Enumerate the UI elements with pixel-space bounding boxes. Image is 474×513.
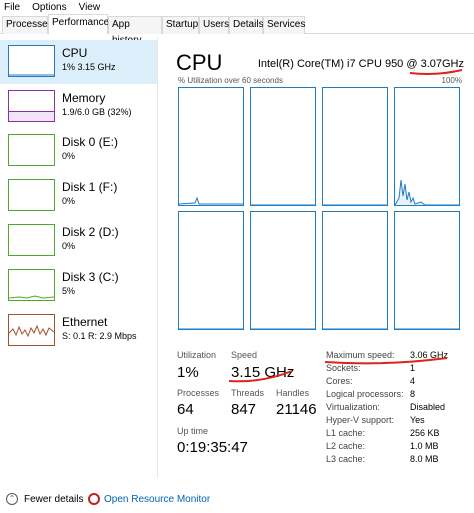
open-resource-monitor-link[interactable]: Open Resource Monitor <box>104 494 210 505</box>
disk-thumbnail-graph <box>8 224 55 256</box>
spec-value: Disabled <box>410 402 446 412</box>
speed-value: 3.15 GHz <box>231 364 295 381</box>
logical-processor-graph <box>322 87 388 206</box>
logical-processor-graph <box>394 87 460 206</box>
menu-options[interactable]: Options <box>32 2 66 13</box>
spec-key: Virtualization: <box>326 402 380 412</box>
utilization-label: Utilization <box>177 350 217 360</box>
cpu-detail-pane: CPU Intel(R) Core(TM) i7 CPU 950 @ 3.07G… <box>170 38 468 478</box>
sidebar-item-label: Disk 1 (F:) <box>62 180 118 194</box>
sidebar-item-value: 0% <box>62 196 76 206</box>
sidebar-item-value: 5% <box>62 286 76 296</box>
resource-sidebar: CPU 1% 3.15 GHz Memory 1.9/6.0 GB (32%) … <box>0 38 158 478</box>
sidebar-item-disk-3[interactable]: Disk 3 (C:) 5% <box>0 264 157 308</box>
logical-processor-graph <box>322 211 388 330</box>
logical-processor-graph <box>394 211 460 330</box>
logical-processor-graph <box>178 87 244 206</box>
sidebar-item-ethernet[interactable]: Ethernet S: 0.1 R: 2.9 Mbps <box>0 309 157 353</box>
spec-value: 8 <box>410 389 416 399</box>
sidebar-item-disk-0[interactable]: Disk 0 (E:) 0% <box>0 129 157 173</box>
speed-label: Speed <box>231 350 258 360</box>
tab-processes[interactable]: Processes <box>2 16 53 34</box>
graph-caption: % Utilization over 60 seconds <box>178 76 283 85</box>
cpu-thumbnail-graph <box>8 45 55 77</box>
spec-key: Cores: <box>326 376 353 386</box>
uptime-label: Up time <box>177 426 209 436</box>
logical-processor-graph <box>250 87 316 206</box>
spec-value: 8.0 MB <box>410 454 439 464</box>
sidebar-item-label: Disk 3 (C:) <box>62 270 119 284</box>
processes-label: Processes <box>177 388 220 398</box>
disk-thumbnail-graph <box>8 179 55 211</box>
uptime-value: 0:19:35:47 <box>177 439 248 456</box>
sidebar-item-memory[interactable]: Memory 1.9/6.0 GB (32%) <box>0 85 157 129</box>
tab-users[interactable]: Users <box>199 16 229 34</box>
spec-key: Sockets: <box>326 363 361 373</box>
menu-bar: File Options View <box>0 0 474 14</box>
fewer-details-link[interactable]: Fewer details <box>24 494 83 505</box>
cpu-model-name: Intel(R) Core(TM) i7 CPU 950 @ 3.07GHz <box>257 58 464 70</box>
sidebar-item-disk-2[interactable]: Disk 2 (D:) 0% <box>0 219 157 263</box>
threads-label: Threads <box>231 388 265 398</box>
spec-value: 1 <box>410 363 416 373</box>
ethernet-thumbnail-graph <box>8 314 55 346</box>
tab-app-history[interactable]: App history <box>108 16 162 46</box>
memory-thumbnail-graph <box>8 90 55 122</box>
spec-key: Hyper-V support: <box>326 415 395 425</box>
spec-value: 4 <box>410 376 416 386</box>
sidebar-item-label: Disk 2 (D:) <box>62 225 119 239</box>
sidebar-item-label: Memory <box>62 91 106 105</box>
spec-key: L1 cache: <box>326 428 366 438</box>
sidebar-item-value: 1% 3.15 GHz <box>62 62 116 72</box>
handles-value: 21146 <box>276 401 317 418</box>
spec-key: Maximum speed: <box>326 350 395 360</box>
sidebar-item-label: Disk 0 (E:) <box>62 135 119 149</box>
spec-value: 1.0 MB <box>410 441 439 451</box>
spec-key: L3 cache: <box>326 454 366 464</box>
tab-performance[interactable]: Performance <box>48 14 109 34</box>
graph-max-label: 100% <box>441 76 462 85</box>
sidebar-item-cpu[interactable]: CPU 1% 3.15 GHz <box>0 40 157 84</box>
sidebar-item-value: 0% <box>62 241 76 251</box>
utilization-value: 1% <box>177 364 199 381</box>
sidebar-item-disk-1[interactable]: Disk 1 (F:) 0% <box>0 174 157 218</box>
page-title: CPU <box>176 50 223 75</box>
disk-thumbnail-graph <box>8 134 55 166</box>
spec-value: Yes <box>410 415 425 425</box>
sidebar-item-label: CPU <box>62 46 88 60</box>
cpu-graphs-grid <box>178 87 461 331</box>
sidebar-item-value: 0% <box>62 151 76 161</box>
spec-value: 3.06 GHz <box>410 350 449 360</box>
tab-details[interactable]: Details <box>229 16 264 34</box>
tab-startup[interactable]: Startup <box>162 16 199 34</box>
processes-value: 64 <box>177 401 194 418</box>
spec-key: Logical processors: <box>326 389 404 399</box>
handles-label: Handles <box>276 388 310 398</box>
menu-file[interactable]: File <box>4 2 20 13</box>
resource-monitor-icon[interactable] <box>88 493 100 505</box>
chevron-up-icon[interactable]: ⌃ <box>6 493 18 505</box>
sidebar-item-value: S: 0.1 R: 2.9 Mbps <box>62 331 137 341</box>
threads-value: 847 <box>231 401 257 418</box>
footer-bar: ⌃ Fewer details Open Resource Monitor <box>0 490 474 510</box>
spec-key: L2 cache: <box>326 441 366 451</box>
sidebar-item-value: 1.9/6.0 GB (32%) <box>62 107 132 117</box>
spec-value: 256 KB <box>410 428 440 438</box>
tab-bar: Processes Performance App history Startu… <box>0 14 474 46</box>
disk-thumbnail-graph <box>8 269 55 301</box>
sidebar-item-label: Ethernet <box>62 315 108 329</box>
menu-view[interactable]: View <box>79 2 101 13</box>
logical-processor-graph <box>178 211 244 330</box>
tab-services[interactable]: Services <box>263 16 305 34</box>
logical-processor-graph <box>250 211 316 330</box>
